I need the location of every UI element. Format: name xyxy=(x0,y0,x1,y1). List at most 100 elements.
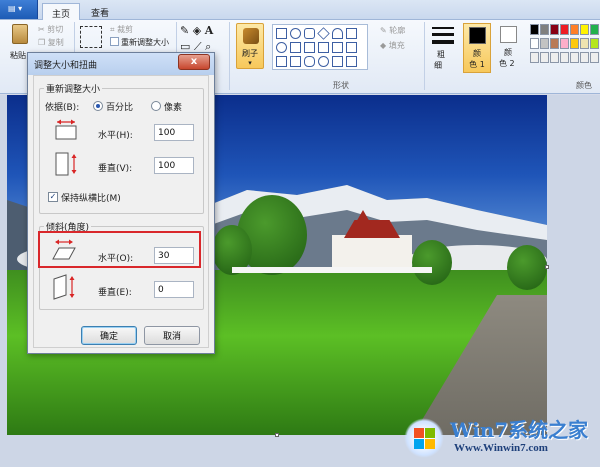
close-button[interactable]: x xyxy=(178,54,210,70)
arrow-down-shape-icon[interactable] xyxy=(346,42,357,53)
logo-quadrant xyxy=(414,428,424,438)
cancel-button[interactable]: 取消 xyxy=(144,326,200,345)
color-swatch[interactable] xyxy=(560,24,569,35)
skew-vertical-label: 垂直(E): xyxy=(98,288,132,298)
color-swatch[interactable] xyxy=(580,52,589,63)
color2-button[interactable]: 颜 色 2 xyxy=(496,23,522,73)
copy-label: 复制 xyxy=(47,38,64,47)
tools-row: ✎ ◈ A xyxy=(180,24,213,37)
vertical-resize-icon xyxy=(55,152,77,176)
fence xyxy=(232,267,432,273)
color-palette xyxy=(530,24,600,68)
star-shape-icon[interactable] xyxy=(276,56,287,67)
logo-quadrant xyxy=(425,428,435,438)
color2-label: 颜 xyxy=(504,48,512,57)
lightning-shape-icon[interactable] xyxy=(346,56,357,67)
color-swatch[interactable] xyxy=(560,38,569,49)
percent-radio[interactable] xyxy=(93,101,103,111)
chevron-down-icon: ▾ xyxy=(248,59,252,67)
triangle-shape-icon[interactable] xyxy=(332,28,343,39)
color-swatch[interactable] xyxy=(530,24,539,35)
color-swatch[interactable] xyxy=(580,24,589,35)
resize-skew-dialog: 调整大小和扭曲 x 重新调整大小 依据(B): 百分比 像素 水平(H): 10… xyxy=(27,52,215,354)
brushes-button[interactable]: 刷子 ▾ xyxy=(236,23,264,69)
outline-label: 轮廓 xyxy=(389,26,406,35)
copy-icon: ❐ xyxy=(38,38,46,47)
watermark-url: Www.Winwin7.com xyxy=(454,442,548,454)
arrow-right-shape-icon[interactable] xyxy=(304,42,315,53)
cloud-callout-shape-icon[interactable] xyxy=(318,56,329,67)
star-six-shape-icon[interactable] xyxy=(290,56,301,67)
color-swatch[interactable] xyxy=(550,24,559,35)
callout-shape-icon[interactable] xyxy=(304,56,315,67)
dialog-titlebar[interactable]: 调整大小和扭曲 x xyxy=(28,53,214,75)
house xyxy=(332,235,412,271)
size-label-2: 细 xyxy=(434,61,442,70)
canvas-resize-handle[interactable] xyxy=(275,433,279,437)
arrow-up-shape-icon[interactable] xyxy=(332,42,343,53)
color-swatch[interactable] xyxy=(530,38,539,49)
fill-icon: ◆ xyxy=(380,41,387,50)
select-button[interactable] xyxy=(80,26,102,48)
tab-home[interactable]: 主页 xyxy=(42,3,81,20)
keep-ratio-label: 保持纵横比(M) xyxy=(61,194,121,204)
resize-fieldset: 重新调整大小 依据(B): 百分比 像素 水平(H): 垂直(V): ✓ xyxy=(39,82,204,214)
color1-button[interactable]: 颜 色 1 xyxy=(463,23,491,73)
percent-label: 百分比 xyxy=(106,103,134,113)
shapes-gallery[interactable] xyxy=(272,24,368,70)
oval-shape-icon[interactable] xyxy=(290,28,301,39)
arrow-left-shape-icon[interactable] xyxy=(318,42,329,53)
pentagon-shape-icon[interactable] xyxy=(276,42,287,53)
polygon-shape-icon[interactable] xyxy=(346,28,357,39)
keep-ratio-checkbox[interactable]: ✓ xyxy=(48,192,58,202)
color-swatch[interactable] xyxy=(580,38,589,49)
fill-bucket-icon[interactable]: ◈ xyxy=(193,24,201,37)
resize-vertical-label: 垂直(V): xyxy=(98,164,133,174)
size-label: 粗 xyxy=(437,50,445,59)
tab-view[interactable]: 查看 xyxy=(82,3,118,20)
vertical-skew-icon xyxy=(53,274,75,300)
diamond-shape-icon[interactable] xyxy=(317,27,330,40)
hexagon-shape-icon[interactable] xyxy=(290,42,301,53)
color-swatch[interactable] xyxy=(540,52,549,63)
color-swatch[interactable] xyxy=(590,24,599,35)
outline-button[interactable]: ✎ 轮廓 xyxy=(380,25,405,36)
watermark-title: Win7系统之家 xyxy=(450,418,589,442)
logo-quadrant xyxy=(425,439,435,449)
resize-vertical-input[interactable] xyxy=(154,157,194,174)
color-swatch[interactable] xyxy=(570,38,579,49)
color-swatch[interactable] xyxy=(550,38,559,49)
crop-button[interactable]: ⌗ 裁剪 xyxy=(110,24,133,35)
color-swatch[interactable] xyxy=(550,52,559,63)
text-tool-icon[interactable]: A xyxy=(205,24,214,37)
cut-button[interactable]: ✂ 剪切 xyxy=(38,24,63,35)
color-swatch[interactable] xyxy=(590,38,599,49)
skew-vertical-input[interactable] xyxy=(154,281,194,298)
resize-horizontal-input[interactable] xyxy=(154,124,194,141)
color-swatch[interactable] xyxy=(570,24,579,35)
paint-menu-button[interactable]: ▤ ▾ xyxy=(0,0,38,19)
ok-button[interactable]: 确定 xyxy=(81,326,137,345)
rounded-rect-shape-icon[interactable] xyxy=(304,28,315,39)
close-icon: x xyxy=(190,56,198,67)
resize-button[interactable]: 重新调整大小 xyxy=(110,37,169,48)
color-swatch[interactable] xyxy=(560,52,569,63)
color1-label-2: 色 1 xyxy=(469,60,485,69)
color-swatch[interactable] xyxy=(540,38,549,49)
size-button[interactable]: 粗 细 xyxy=(428,23,458,75)
color-swatch[interactable] xyxy=(540,24,549,35)
pixels-label: 像素 xyxy=(164,103,183,113)
copy-button[interactable]: ❐ 复制 xyxy=(38,37,64,48)
pixels-radio[interactable] xyxy=(151,101,161,111)
color-swatch[interactable] xyxy=(530,52,539,63)
canvas-resize-handle[interactable] xyxy=(545,265,549,269)
pencil-icon[interactable]: ✎ xyxy=(180,24,189,37)
fill-button[interactable]: ◆ 填充 xyxy=(380,40,405,51)
heart-shape-icon[interactable] xyxy=(332,56,343,67)
watermark: Win7系统之家 Www.Winwin7.com xyxy=(398,408,598,464)
tree xyxy=(507,245,547,290)
horizontal-resize-icon xyxy=(55,119,77,140)
color-swatch[interactable] xyxy=(590,52,599,63)
color-swatch[interactable] xyxy=(570,52,579,63)
rectangle-shape-icon[interactable] xyxy=(276,28,287,39)
